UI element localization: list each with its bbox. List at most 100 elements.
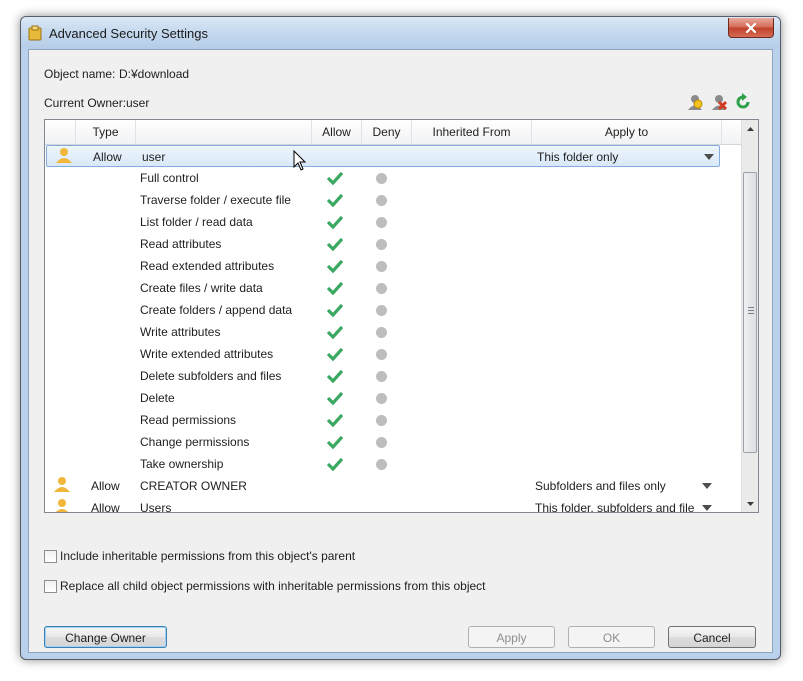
advanced-security-window: Advanced Security Settings Object name: …: [20, 16, 781, 660]
header-apply-to[interactable]: Apply to: [532, 120, 722, 144]
deny-dot-icon[interactable]: [376, 233, 396, 255]
scroll-down-icon: [746, 501, 754, 506]
allow-check-icon[interactable]: [327, 365, 347, 387]
deny-dot-icon[interactable]: [376, 299, 396, 321]
header-deny[interactable]: Deny: [362, 120, 412, 144]
allow-check-icon[interactable]: [327, 431, 347, 453]
principal-name: CREATOR OWNER: [140, 479, 247, 493]
permission-name: Change permissions: [140, 435, 250, 449]
permission-row[interactable]: Write attributes: [45, 321, 741, 343]
chevron-down-icon[interactable]: [704, 154, 714, 160]
chevron-down-icon[interactable]: [702, 505, 712, 511]
header-allow[interactable]: Allow: [312, 120, 362, 144]
principal-row[interactable]: Allow Users This folder, subfolders and fi…: [45, 497, 741, 512]
deny-dot-icon[interactable]: [376, 365, 396, 387]
permission-name: Write attributes: [140, 325, 221, 339]
deny-dot-icon[interactable]: [376, 189, 396, 211]
permission-row[interactable]: Full control: [45, 167, 741, 189]
scrollbar-grip-icon: [748, 307, 754, 314]
allow-check-icon[interactable]: [327, 343, 347, 365]
scroll-up-button[interactable]: [742, 120, 758, 137]
apply-button[interactable]: Apply: [468, 626, 555, 648]
allow-check-icon[interactable]: [327, 189, 347, 211]
refresh-icon[interactable]: [734, 93, 752, 111]
allow-check-icon[interactable]: [327, 299, 347, 321]
permission-row[interactable]: Delete: [45, 387, 741, 409]
deny-dot-icon[interactable]: [376, 431, 396, 453]
object-name-value: D:¥download: [119, 67, 190, 81]
principal-name: user: [142, 150, 166, 164]
replace-checkbox[interactable]: [44, 579, 57, 593]
permission-name: Delete: [140, 391, 175, 405]
deny-dot-icon[interactable]: [376, 167, 396, 189]
permission-row[interactable]: Take ownership: [45, 453, 741, 475]
allow-check-icon[interactable]: [327, 211, 347, 233]
scrollbar-thumb[interactable]: [743, 172, 757, 453]
inherit-checkbox[interactable]: [44, 549, 57, 563]
apply-to-value[interactable]: This folder only: [537, 146, 697, 168]
allow-check-icon[interactable]: [327, 453, 347, 475]
title-bar[interactable]: Advanced Security Settings: [21, 17, 780, 49]
current-owner-label: Current Owner:: [44, 96, 127, 110]
mouse-cursor-icon: [293, 150, 307, 171]
folder-lock-icon: [28, 25, 42, 41]
vertical-scrollbar[interactable]: [741, 120, 758, 512]
deny-dot-icon[interactable]: [376, 277, 396, 299]
header-type[interactable]: Type: [76, 120, 136, 144]
apply-to-value[interactable]: This folder, subfolders and files: [535, 497, 695, 512]
add-user-icon[interactable]: [686, 93, 704, 111]
dialog-body: Object name: D:¥download Current Owner: …: [28, 49, 773, 653]
remove-user-icon[interactable]: [710, 93, 728, 111]
header-name[interactable]: [136, 120, 312, 144]
table-rows: Allow user This folder only Full control Tra…: [45, 145, 741, 512]
allow-check-icon[interactable]: [327, 255, 347, 277]
deny-dot-icon[interactable]: [376, 321, 396, 343]
permission-row[interactable]: Read extended attributes: [45, 255, 741, 277]
deny-dot-icon[interactable]: [376, 409, 396, 431]
deny-dot-icon[interactable]: [376, 255, 396, 277]
deny-dot-icon[interactable]: [376, 211, 396, 233]
permission-row[interactable]: Write extended attributes: [45, 343, 741, 365]
user-icon: [53, 475, 73, 497]
permission-name: Create folders / append data: [140, 303, 293, 317]
deny-dot-icon[interactable]: [376, 387, 396, 409]
allow-check-icon[interactable]: [327, 233, 347, 255]
chevron-down-icon[interactable]: [702, 483, 712, 489]
cancel-button[interactable]: Cancel: [668, 626, 756, 648]
ok-button[interactable]: OK: [568, 626, 655, 648]
header-inherited-from[interactable]: Inherited From: [412, 120, 532, 144]
replace-option[interactable]: Replace all child object permissions wit…: [44, 579, 486, 593]
permission-row[interactable]: List folder / read data: [45, 211, 741, 233]
allow-check-icon[interactable]: [327, 277, 347, 299]
deny-dot-icon[interactable]: [376, 343, 396, 365]
principal-row[interactable]: Allow CREATOR OWNER Subfolders and files o…: [45, 475, 741, 497]
replace-label[interactable]: Replace all child object permissions wit…: [60, 579, 486, 593]
allow-check-icon[interactable]: [327, 409, 347, 431]
table-header: Type Allow Deny Inherited From Apply to: [45, 120, 741, 145]
allow-check-icon[interactable]: [327, 321, 347, 343]
apply-to-value[interactable]: Subfolders and files only: [535, 475, 695, 497]
deny-dot-icon[interactable]: [376, 453, 396, 475]
permission-row[interactable]: Delete subfolders and files: [45, 365, 741, 387]
change-owner-button[interactable]: Change Owner: [44, 626, 167, 648]
permission-row[interactable]: Create folders / append data: [45, 299, 741, 321]
permission-row[interactable]: Change permissions: [45, 431, 741, 453]
scroll-down-button[interactable]: [742, 495, 758, 512]
allow-check-icon[interactable]: [327, 167, 347, 189]
entry-type: Allow: [91, 479, 120, 493]
permission-row[interactable]: Read attributes: [45, 233, 741, 255]
permission-name: Full control: [140, 171, 199, 185]
permission-name: Delete subfolders and files: [140, 369, 282, 383]
permission-name: Create files / write data: [140, 281, 263, 295]
inherit-label[interactable]: Include inheritable permissions from thi…: [60, 549, 355, 563]
allow-check-icon[interactable]: [327, 387, 347, 409]
object-name-label: Object name:: [44, 67, 116, 81]
principal-name: Users: [140, 501, 172, 512]
inherit-option[interactable]: Include inheritable permissions from thi…: [44, 549, 355, 563]
header-icon-column: [45, 120, 76, 144]
permission-row[interactable]: Read permissions: [45, 409, 741, 431]
principal-row[interactable]: Allow user This folder only: [46, 145, 720, 167]
permission-row[interactable]: Traverse folder / execute file: [45, 189, 741, 211]
close-button[interactable]: [728, 18, 774, 38]
permission-row[interactable]: Create files / write data: [45, 277, 741, 299]
